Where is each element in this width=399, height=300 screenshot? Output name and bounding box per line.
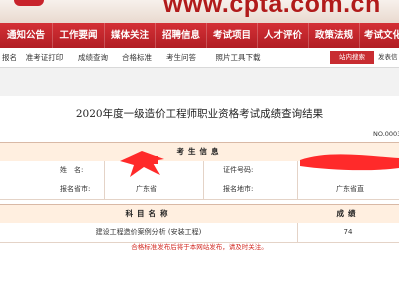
subnav-item-photo-tool[interactable]: 照片工具下载 bbox=[203, 48, 273, 67]
site-search-button[interactable]: 站内搜索 bbox=[330, 51, 374, 64]
nav-item-media[interactable]: 媒体关注 bbox=[105, 23, 156, 48]
site-banner: www.cpta.com.cn bbox=[0, 0, 399, 23]
redaction-mark bbox=[120, 151, 164, 177]
nav-item-policies[interactable]: 政策法规 bbox=[309, 23, 360, 48]
nav-item-work-news[interactable]: 工作要闻 bbox=[53, 23, 105, 48]
location-label: 报名地市: bbox=[223, 185, 254, 193]
province-label: 报名省市: bbox=[60, 185, 91, 193]
main-nav: 通知公告 工作要闻 媒体关注 招聘信息 考试项目 人才评价 政策法规 考试文化 bbox=[0, 23, 399, 48]
table-row: 建设工程造价案例分析 (安装工程) 74 bbox=[0, 223, 399, 243]
table-row: 报名省市: 广东省 报名地市: 广东省直 bbox=[0, 180, 399, 200]
subject-header: 科目名称 bbox=[125, 209, 172, 218]
redaction-mark bbox=[300, 154, 399, 171]
location-value: 广东省直 bbox=[336, 185, 364, 193]
serial-number: NO.0003 bbox=[373, 130, 399, 138]
subnav-item-pass-standard[interactable]: 合格标准 bbox=[115, 48, 159, 67]
name-label: 姓 名: bbox=[60, 166, 84, 174]
pass-standard-note: 合格标准发布后将于本网站发布，请及时关注。 bbox=[131, 243, 268, 251]
score-value: 74 bbox=[343, 228, 353, 236]
id-label: 证件号码: bbox=[223, 166, 254, 174]
nav-item-exam-culture[interactable]: 考试文化 bbox=[360, 23, 399, 48]
subnav-item-admission-ticket[interactable]: 准考证打印 bbox=[18, 48, 71, 67]
send-letter-link[interactable]: 发表信 bbox=[378, 51, 398, 64]
nav-item-exam-projects[interactable]: 考试项目 bbox=[207, 23, 258, 48]
subject-header-row: 科目名称 成绩 bbox=[0, 204, 399, 224]
emblem-icon bbox=[14, 0, 44, 6]
page-title: 2020年度一级造价工程师职业资格考试成绩查询结果 bbox=[75, 108, 324, 120]
subject-name: 建设工程造价案例分析 (安装工程) bbox=[95, 228, 202, 236]
result-panel: 2020年度一级造价工程师职业资格考试成绩查询结果 NO.0003 考生信息 姓… bbox=[0, 96, 399, 300]
subnav-item-faq[interactable]: 考生问答 bbox=[159, 48, 203, 67]
province-value: 广东省 bbox=[136, 185, 157, 193]
subnav-item-score-query[interactable]: 成绩查询 bbox=[71, 48, 115, 67]
nav-item-talent-evaluation[interactable]: 人才评价 bbox=[258, 23, 309, 48]
subnav-item-registration[interactable]: 报名 bbox=[0, 48, 18, 67]
nav-item-recruitment[interactable]: 招聘信息 bbox=[156, 23, 207, 48]
table-row: 姓 名: 证件号码: bbox=[0, 151, 399, 181]
score-header: 成绩 bbox=[336, 209, 360, 218]
nav-item-notices[interactable]: 通知公告 bbox=[0, 23, 53, 48]
site-url: www.cpta.com.cn bbox=[163, 0, 381, 18]
